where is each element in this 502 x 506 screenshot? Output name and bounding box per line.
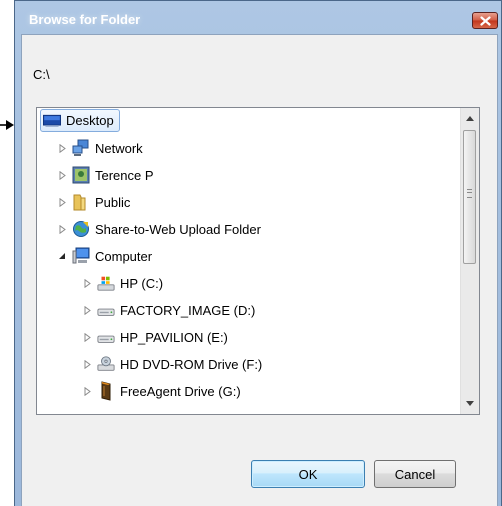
tree-item-label: HP (C:) xyxy=(120,275,164,291)
scroll-up-button[interactable] xyxy=(461,110,479,127)
expand-arrow-icon[interactable] xyxy=(55,217,69,241)
folder-tree-viewport: Desktop Network Terence P Public Share-t… xyxy=(37,108,461,414)
tree-item-label: Desktop xyxy=(66,113,114,128)
expand-arrow-icon[interactable] xyxy=(55,163,69,187)
scrollbar-thumb[interactable] xyxy=(463,130,476,264)
tree-item-label: Share-to-Web Upload Folder xyxy=(95,221,261,237)
hard-drive-icon xyxy=(97,301,115,319)
share-globe-icon xyxy=(72,220,90,238)
screen: Browse for Folder C:\ Desktop Network Te… xyxy=(0,0,502,506)
browse-for-folder-dialog: Browse for Folder C:\ Desktop Network Te… xyxy=(14,0,502,506)
tree-item-label: FreeAgent Drive (G:) xyxy=(120,383,241,399)
tree-item-freeagent-g[interactable]: FreeAgent Drive (G:) xyxy=(80,379,241,403)
pointer-arrow-icon xyxy=(0,120,14,130)
scroll-grip-icon xyxy=(467,189,472,198)
dvd-drive-icon xyxy=(97,355,115,373)
tree-item-share-to-web[interactable]: Share-to-Web Upload Folder xyxy=(55,217,261,241)
tree-item-label: FACTORY_IMAGE (D:) xyxy=(120,302,256,318)
hard-drive-icon xyxy=(97,328,115,346)
expand-arrow-icon[interactable] xyxy=(80,271,94,295)
folder-icon xyxy=(72,193,90,211)
tree-item-public[interactable]: Public xyxy=(55,190,130,214)
external-drive-icon xyxy=(97,381,115,401)
title-bar[interactable]: Browse for Folder xyxy=(15,1,501,29)
expand-arrow-icon[interactable] xyxy=(80,298,94,322)
tree-item-label: Terence P xyxy=(95,167,154,183)
network-icon xyxy=(72,139,90,157)
close-icon xyxy=(479,15,491,26)
expand-arrow-icon[interactable] xyxy=(80,325,94,349)
chevron-down-icon xyxy=(466,401,474,406)
expand-arrow-icon[interactable] xyxy=(55,190,69,214)
tree-item-label: HD DVD-ROM Drive (F:) xyxy=(120,356,263,372)
tree-item-label: Network xyxy=(95,140,143,156)
expand-arrow-icon[interactable] xyxy=(80,352,94,376)
folder-tree[interactable]: Desktop Network Terence P Public Share-t… xyxy=(36,107,480,415)
system-drive-icon xyxy=(97,274,115,292)
tree-item-terence-p[interactable]: Terence P xyxy=(55,163,154,187)
cancel-button[interactable]: Cancel xyxy=(374,460,456,488)
tree-item-label: Computer xyxy=(95,248,153,264)
chevron-up-icon xyxy=(466,116,474,121)
desktop-icon xyxy=(43,112,61,130)
computer-icon xyxy=(72,247,90,265)
tree-item-label: Public xyxy=(95,194,131,210)
tree-item-factory-image-d[interactable]: FACTORY_IMAGE (D:) xyxy=(80,298,255,322)
selected-path-label: C:\ xyxy=(33,67,50,82)
tree-item-hp-c[interactable]: HP (C:) xyxy=(80,271,163,295)
window-title: Browse for Folder xyxy=(29,12,141,27)
tree-item-dvd-f[interactable]: HD DVD-ROM Drive (F:) xyxy=(80,352,262,376)
scroll-down-button[interactable] xyxy=(461,395,479,412)
close-button[interactable] xyxy=(472,12,498,29)
ok-button[interactable]: OK xyxy=(251,460,365,488)
tree-item-hp-pavilion-e[interactable]: HP_PAVILION (E:) xyxy=(80,325,228,349)
tree-item-label: HP_PAVILION (E:) xyxy=(120,329,228,345)
tree-item-network[interactable]: Network xyxy=(55,136,143,160)
dialog-client-area: C:\ Desktop Network Terence P Public Sha… xyxy=(21,34,498,506)
vertical-scrollbar[interactable] xyxy=(460,108,479,414)
collapse-arrow-icon[interactable] xyxy=(55,244,69,268)
expand-arrow-icon[interactable] xyxy=(55,136,69,160)
user-folder-icon xyxy=(72,166,90,184)
tree-item-computer[interactable]: Computer xyxy=(55,244,152,268)
expand-arrow-icon[interactable] xyxy=(80,379,94,403)
tree-item-desktop[interactable]: Desktop xyxy=(40,109,120,132)
